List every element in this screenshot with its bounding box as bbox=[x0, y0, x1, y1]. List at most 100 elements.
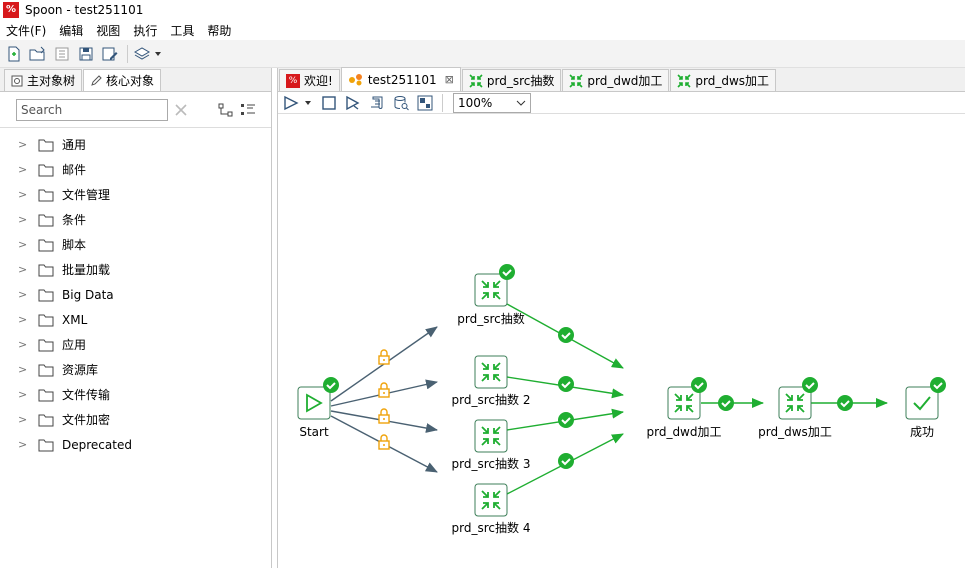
explore-repository-button[interactable] bbox=[51, 43, 73, 65]
window-title: Spoon - test251101 bbox=[25, 3, 144, 17]
chevron-right-icon[interactable]: > bbox=[18, 238, 30, 251]
tab-test251101[interactable]: test251101 ⊠ bbox=[340, 67, 461, 91]
tab-label: 核心对象 bbox=[106, 74, 155, 88]
chevron-right-icon[interactable]: > bbox=[18, 413, 30, 426]
folder-icon bbox=[38, 314, 54, 326]
transformation-icon bbox=[569, 73, 583, 88]
lock-icon bbox=[378, 434, 390, 450]
chevron-right-icon[interactable]: > bbox=[18, 213, 30, 226]
tree-item-bulk-loading[interactable]: > 批量加载 bbox=[0, 257, 271, 282]
run-button[interactable] bbox=[282, 92, 316, 114]
node-success[interactable]: 成功 bbox=[905, 376, 947, 439]
node-dws[interactable]: prd_dws加工 bbox=[758, 376, 832, 439]
tree-item-file-transfer[interactable]: > 文件传输 bbox=[0, 382, 271, 407]
job-icon bbox=[348, 73, 362, 85]
tree-item-file-management[interactable]: > 文件管理 bbox=[0, 182, 271, 207]
chevron-right-icon[interactable]: > bbox=[18, 338, 30, 351]
chevron-right-icon[interactable]: > bbox=[18, 163, 30, 176]
success-check-icon bbox=[929, 376, 947, 394]
search-input[interactable] bbox=[16, 98, 168, 121]
chevron-right-icon[interactable]: > bbox=[18, 438, 30, 451]
chevron-right-icon[interactable]: > bbox=[18, 188, 30, 201]
chevron-right-icon[interactable]: > bbox=[18, 313, 30, 326]
node-src4[interactable]: prd_src抽数 4 bbox=[452, 483, 531, 535]
new-file-icon bbox=[8, 46, 20, 61]
tree-item-scripting[interactable]: > 脚本 bbox=[0, 232, 271, 257]
chevron-down-icon bbox=[516, 100, 526, 106]
collapse-all-icon[interactable] bbox=[218, 103, 234, 117]
tree-item-conditions[interactable]: > 条件 bbox=[0, 207, 271, 232]
new-file-button[interactable] bbox=[3, 43, 25, 65]
run-icon bbox=[284, 95, 311, 110]
tab-prd-dwd[interactable]: prd_dwd加工 bbox=[562, 69, 670, 91]
tab-core-objects[interactable]: 核心对象 bbox=[83, 69, 162, 91]
tree-item-general[interactable]: > 通用 bbox=[0, 132, 271, 157]
node-label-src1: prd_src抽数 bbox=[457, 311, 524, 326]
close-tab-icon[interactable]: ⊠ bbox=[445, 73, 454, 86]
tree-item-xml[interactable]: > XML bbox=[0, 307, 271, 332]
chevron-right-icon[interactable]: > bbox=[18, 263, 30, 276]
chevron-right-icon[interactable]: > bbox=[18, 138, 30, 151]
tab-main-object-tree[interactable]: 主对象树 bbox=[4, 69, 83, 91]
success-check-icon bbox=[690, 376, 708, 394]
folder-icon bbox=[38, 339, 54, 351]
zoom-select[interactable]: 100% bbox=[453, 92, 531, 113]
tree-item-deprecated[interactable]: > Deprecated bbox=[0, 432, 271, 457]
tab-prd-dws[interactable]: prd_dws加工 bbox=[670, 69, 777, 91]
tree-item-repository[interactable]: > 资源库 bbox=[0, 357, 271, 382]
sql-button[interactable] bbox=[390, 92, 412, 114]
save-button[interactable] bbox=[75, 43, 97, 65]
hop-success-icon bbox=[557, 326, 575, 344]
menu-view[interactable]: 视图 bbox=[96, 22, 120, 39]
check-job-button[interactable] bbox=[366, 92, 388, 114]
node-dwd[interactable]: prd_dwd加工 bbox=[646, 376, 722, 439]
open-file-button[interactable] bbox=[27, 43, 49, 65]
tab-welcome[interactable]: % 欢迎! bbox=[279, 69, 340, 91]
menu-file[interactable]: 文件(F) bbox=[6, 22, 46, 39]
zoom-value: 100% bbox=[458, 95, 493, 110]
tree-item-label: 文件加密 bbox=[62, 413, 111, 427]
job-canvas[interactable]: Start prd_src抽数 prd_src抽数 2 prd_src抽数 3 … bbox=[278, 114, 965, 568]
chevron-right-icon[interactable]: > bbox=[18, 363, 30, 376]
chevron-right-icon[interactable]: > bbox=[18, 288, 30, 301]
folder-icon bbox=[38, 239, 54, 251]
grid-icon bbox=[417, 95, 433, 110]
folder-icon bbox=[38, 189, 54, 201]
tree-item-label: 邮件 bbox=[62, 163, 87, 177]
menu-help[interactable]: 帮助 bbox=[207, 22, 231, 39]
save-as-button[interactable] bbox=[99, 43, 121, 65]
tree-item-label: XML bbox=[62, 312, 88, 327]
exploring-button[interactable] bbox=[414, 92, 436, 114]
node-src2[interactable]: prd_src抽数 2 bbox=[452, 355, 531, 407]
tab-prd-src[interactable]: prd_src抽数 bbox=[461, 69, 562, 91]
expand-all-icon[interactable] bbox=[240, 103, 256, 117]
folder-icon bbox=[38, 164, 54, 176]
script-icon bbox=[371, 96, 383, 109]
folder-icon bbox=[38, 139, 54, 151]
success-check-icon bbox=[498, 263, 516, 281]
tab-label: test251101 bbox=[367, 72, 437, 87]
stop-button[interactable] bbox=[318, 92, 340, 114]
node-label-src4: prd_src抽数 4 bbox=[452, 520, 531, 535]
perspective-button[interactable] bbox=[132, 43, 164, 65]
title-bar: % Spoon - test251101 bbox=[0, 0, 965, 20]
tree-item-utility[interactable]: > 应用 bbox=[0, 332, 271, 357]
editor-tabs: % 欢迎! test251101 ⊠ prd_src抽数 prd_dwd加工 p… bbox=[278, 67, 965, 92]
tree-item-file-encryption[interactable]: > 文件加密 bbox=[0, 407, 271, 432]
transformation-icon bbox=[677, 73, 691, 88]
tree-item-mail[interactable]: > 邮件 bbox=[0, 157, 271, 182]
node-start[interactable]: Start bbox=[297, 376, 340, 439]
node-src1[interactable]: prd_src抽数 bbox=[457, 263, 525, 326]
tree-item-big-data[interactable]: > Big Data bbox=[0, 282, 271, 307]
database-search-icon bbox=[394, 95, 409, 110]
chevron-right-icon[interactable]: > bbox=[18, 388, 30, 401]
editor-panel: % 欢迎! test251101 ⊠ prd_src抽数 prd_dwd加工 p… bbox=[277, 67, 965, 568]
menu-tools[interactable]: 工具 bbox=[170, 22, 194, 39]
tab-label: prd_src抽数 bbox=[486, 74, 555, 88]
replay-button[interactable] bbox=[342, 92, 364, 114]
menu-run[interactable]: 执行 bbox=[133, 22, 157, 39]
folder-icon bbox=[38, 414, 54, 426]
menu-edit[interactable]: 编辑 bbox=[59, 22, 83, 39]
clear-search-icon[interactable] bbox=[174, 103, 188, 117]
pencil-icon bbox=[91, 74, 102, 86]
